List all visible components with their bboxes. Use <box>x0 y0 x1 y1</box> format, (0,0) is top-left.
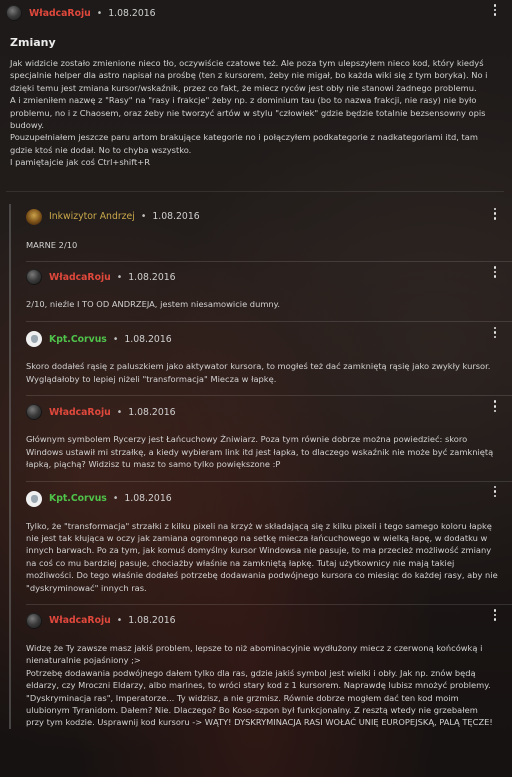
avatar[interactable] <box>26 331 42 348</box>
comment-date: 1.08.2016 <box>108 7 156 19</box>
author-link[interactable]: Kpt.Corvus <box>49 334 107 345</box>
avatar[interactable] <box>26 404 42 421</box>
avatar[interactable] <box>26 269 42 286</box>
separator-dot: • <box>112 493 119 504</box>
comment-text: I pamiętajcie jak coś Ctrl+shift+R <box>10 157 150 168</box>
comment-date: 1.08.2016 <box>124 493 172 504</box>
author-link[interactable]: WładcaRoju <box>29 8 91 19</box>
reply-item: WładcaRoju • 1.08.2016 Widzę że Ty zawsz… <box>9 604 512 729</box>
comment-meta: Kpt.Corvus • 1.08.2016 <box>26 330 512 348</box>
comment-meta: WładcaRoju • 1.08.2016 <box>26 403 512 421</box>
author-link[interactable]: Inkwizytor Andrzej <box>49 211 135 222</box>
comment-date: 1.08.2016 <box>124 333 172 345</box>
divider <box>6 190 504 192</box>
comment-body: 2/10, nieźle I TO OD ANDRZEJA, jestem ni… <box>26 298 512 310</box>
author-link[interactable]: WładcaRoju <box>49 615 111 626</box>
separator-dot: • <box>116 271 123 283</box>
comment-body: Skoro dodałeś rąsię z paluszkiem jako ak… <box>26 360 512 385</box>
comment-text: Widzę że Ty zawsze masz jakiś problem, l… <box>26 642 483 666</box>
comment-thread: WładcaRoju • 1.08.2016 Zmiany Jak widzic… <box>0 0 512 729</box>
reply-item: Kpt.Corvus • 1.08.2016 Skoro dodałeś rąs… <box>9 322 512 397</box>
reply-item: Inkwizytor Andrzej • 1.08.2016 MARNE 2/1… <box>9 203 512 263</box>
comment-title: Zmiany <box>10 36 56 49</box>
comment-text: Potrzebę dodawania podwójnego dałem tylk… <box>26 667 493 728</box>
separator-dot: • <box>96 7 103 19</box>
author-link[interactable]: WładcaRoju <box>49 407 111 418</box>
comment-meta: Inkwizytor Andrzej • 1.08.2016 <box>26 208 512 226</box>
main-comment: WładcaRoju • 1.08.2016 Zmiany Jak widzic… <box>0 0 512 192</box>
separator-dot: • <box>116 406 123 418</box>
more-options-icon[interactable] <box>490 398 500 414</box>
replies-list: Inkwizytor Andrzej • 1.08.2016 MARNE 2/1… <box>0 203 512 729</box>
comment-body: Tylko, że "transformacja" strzałki z kil… <box>26 520 512 594</box>
avatar[interactable] <box>26 612 42 629</box>
comment-body: Głównym symbolem Rycerzy jest Łańcuchowy… <box>26 433 512 470</box>
more-options-icon[interactable] <box>490 607 500 623</box>
more-options-icon[interactable] <box>490 2 500 18</box>
comment-body: Widzę że Ty zawsze masz jakiś problem, l… <box>26 642 512 729</box>
author-link[interactable]: Kpt.Corvus <box>49 493 107 504</box>
comment-date: 1.08.2016 <box>128 615 176 627</box>
reply-item: Kpt.Corvus • 1.08.2016 Tylko, że "transf… <box>9 481 512 605</box>
comment-text: MARNE 2/10 <box>26 239 78 250</box>
comment-text: Tylko, że "transformacja" strzałki z kil… <box>26 520 498 593</box>
reply-item: WładcaRoju • 1.08.2016 Głównym symbolem … <box>9 396 512 482</box>
comment-text: A i zmieniłem nazwę z "Rasy" na "rasy i … <box>10 95 486 131</box>
more-options-icon[interactable] <box>490 264 500 280</box>
more-options-icon[interactable] <box>490 324 500 340</box>
comment-text: Skoro dodałeś rąsię z paluszkiem jako ak… <box>26 361 491 384</box>
separator-dot: • <box>112 333 119 345</box>
comment-meta: Kpt.Corvus • 1.08.2016 <box>26 490 512 508</box>
comment-meta: WładcaRoju • 1.08.2016 <box>6 4 504 22</box>
comment-text: Głównym symbolem Rycerzy jest Łańcuchowy… <box>26 434 494 470</box>
comment-meta: WładcaRoju • 1.08.2016 <box>26 268 512 286</box>
more-options-icon[interactable] <box>490 206 500 222</box>
comment-date: 1.08.2016 <box>128 271 176 283</box>
separator-dot: • <box>140 211 147 223</box>
avatar[interactable] <box>6 5 22 21</box>
author-link[interactable]: WładcaRoju <box>49 272 111 283</box>
more-options-icon[interactable] <box>490 484 500 500</box>
reply-item: WładcaRoju • 1.08.2016 2/10, nieźle I TO… <box>9 262 512 323</box>
comment-date: 1.08.2016 <box>128 406 176 418</box>
comment-body: MARNE 2/10 <box>26 239 512 251</box>
comment-text: Jak widzicie zostało zmienione nieco tło… <box>10 58 488 93</box>
avatar[interactable] <box>26 208 42 225</box>
avatar[interactable] <box>26 490 42 507</box>
comment-text: 2/10, nieźle I TO OD ANDRZEJA, jestem ni… <box>26 299 281 310</box>
comment-date: 1.08.2016 <box>152 211 200 223</box>
comment-text: Pouzupełniałem jeszcze paru artom brakuj… <box>10 132 478 155</box>
comment-meta: WładcaRoju • 1.08.2016 <box>26 612 512 630</box>
comment-body: Jak widzicie zostało zmienione nieco tło… <box>10 57 504 169</box>
separator-dot: • <box>116 615 123 627</box>
